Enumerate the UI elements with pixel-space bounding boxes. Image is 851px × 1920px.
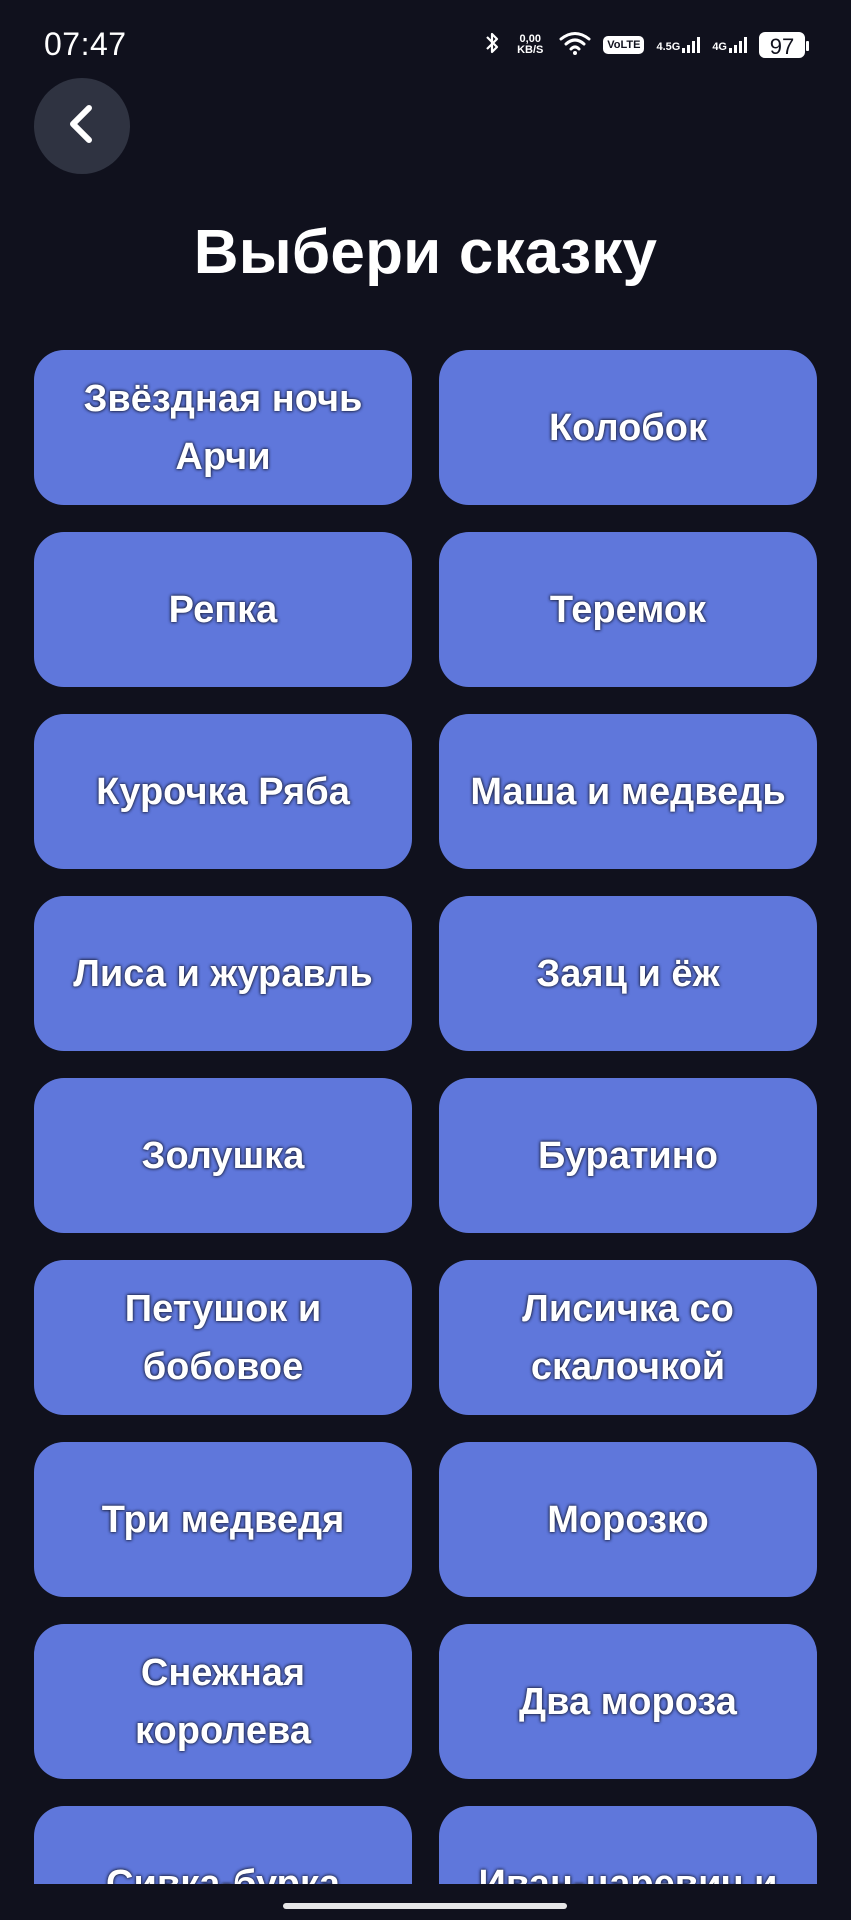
tale-label: Золушка [141, 1134, 305, 1177]
tale-label: Теремок [549, 588, 707, 631]
back-button[interactable] [34, 78, 130, 174]
tale-button[interactable]: Лиса и журавль [34, 896, 412, 1051]
sim1-label: 4.5G [656, 41, 681, 53]
tale-button[interactable]: Морозко [439, 1442, 817, 1597]
tale-label: Колобок [548, 406, 707, 449]
tale-grid: Звёздная ночь Арчи Колобок Репка Теремок Кур… [34, 350, 817, 1884]
tale-button[interactable]: Петушок и бобовое [34, 1260, 412, 1415]
tale-button[interactable]: Маша и медведь [439, 714, 817, 869]
tale-button[interactable]: Заяц и ёж [439, 896, 817, 1051]
tale-button[interactable]: Иван-царевич и [439, 1806, 817, 1884]
battery-icon: 97 [759, 32, 809, 59]
status-time: 07:47 [44, 26, 127, 62]
signal-icon [682, 37, 701, 53]
chevron-left-icon [62, 102, 102, 151]
tale-button[interactable]: Буратино [439, 1078, 817, 1233]
tale-label: Звёздная ночь Арчи [83, 377, 363, 478]
tale-label: Два мороза [519, 1680, 737, 1723]
tale-label: Курочка Ряба [96, 770, 350, 813]
tale-label: Иван-царевич и [478, 1862, 778, 1885]
tale-button[interactable]: Теремок [439, 532, 817, 687]
tale-button[interactable]: Лисичка со скалочкой [439, 1260, 817, 1415]
tale-label: Лисичка со скалочкой [522, 1287, 734, 1388]
volte-badge: VoLTE [603, 36, 645, 54]
sim1-signal: 4.5G [656, 37, 701, 53]
tale-label: Петушок и бобовое [124, 1287, 322, 1388]
sim2-signal: 4G [712, 37, 747, 53]
bluetooth-icon [483, 31, 501, 60]
tale-button[interactable]: Снежная королева [34, 1624, 412, 1779]
tale-label: Снежная королева [135, 1651, 311, 1752]
tale-button[interactable]: Репка [34, 532, 412, 687]
tale-label: Три медведя [101, 1498, 345, 1541]
tale-button[interactable]: Сивка-бурка [34, 1806, 412, 1884]
wifi-icon [559, 31, 591, 60]
network-speed: 0,00 KB/S [517, 33, 544, 56]
page-title: Выбери сказку [193, 218, 658, 287]
tale-label: Буратино [538, 1134, 718, 1177]
tale-button[interactable]: Три медведя [34, 1442, 412, 1597]
status-bar: 07:47 0,00 KB/S VoLTE 4.5G 4G 97 [0, 0, 851, 90]
signal-icon [729, 37, 747, 53]
tale-button[interactable]: Звёздная ночь Арчи [34, 350, 412, 505]
tale-button[interactable]: Два мороза [439, 1624, 817, 1779]
status-icons: 0,00 KB/S VoLTE 4.5G 4G 97 [483, 28, 809, 62]
tale-button[interactable]: Золушка [34, 1078, 412, 1233]
tale-label: Морозко [547, 1498, 709, 1541]
tale-button[interactable]: Колобок [439, 350, 817, 505]
tale-label: Сивка-бурка [106, 1862, 340, 1885]
tale-button[interactable]: Курочка Ряба [34, 714, 412, 869]
sim2-label: 4G [712, 41, 727, 53]
tale-label: Лиса и журавль [73, 952, 373, 995]
home-indicator[interactable] [283, 1903, 567, 1909]
tale-label: Репка [168, 588, 278, 631]
tale-label: Маша и медведь [470, 770, 786, 813]
tale-label: Заяц и ёж [536, 952, 720, 995]
